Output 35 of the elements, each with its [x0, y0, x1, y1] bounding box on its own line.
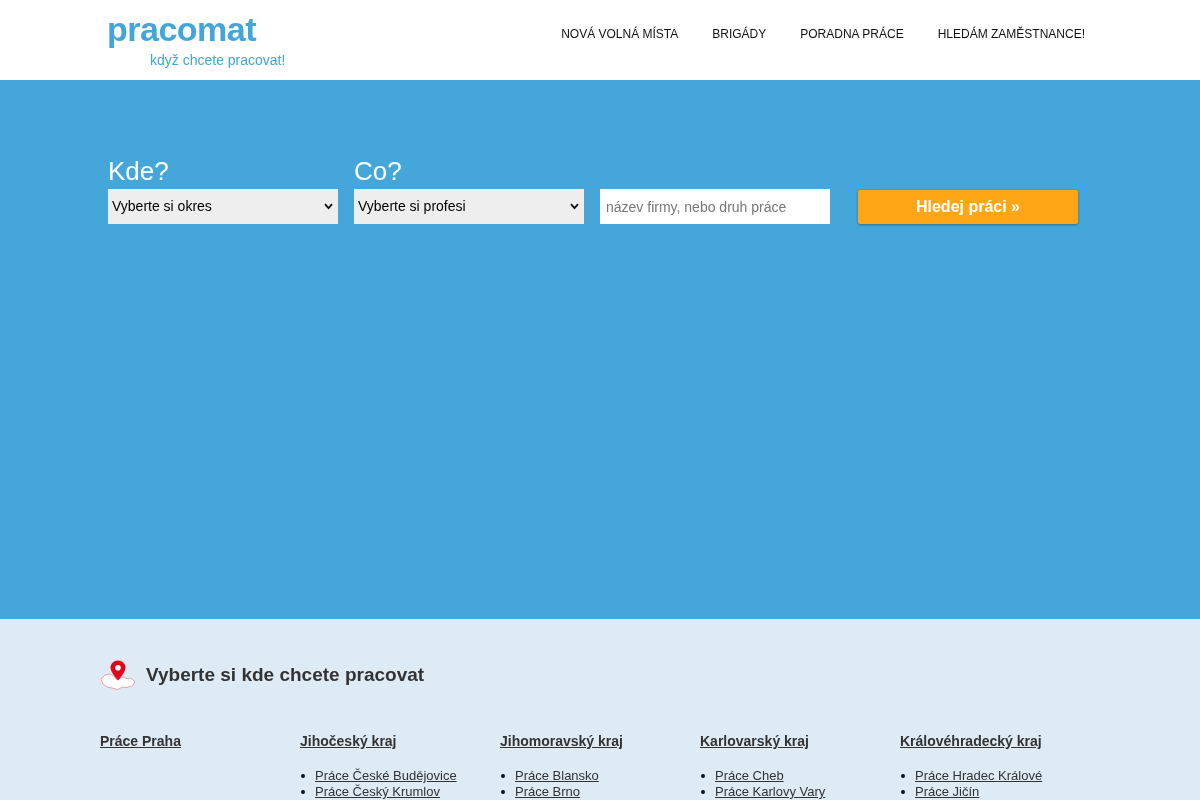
- field-label: Kde?: [108, 156, 169, 187]
- city-link[interactable]: Práce Jičín: [915, 784, 980, 800]
- nav-link[interactable]: PORADNA PRÁCE: [783, 26, 921, 42]
- logo-tagline: když chcete pracovat!: [150, 51, 286, 69]
- bullet-icon: [501, 790, 505, 794]
- city-link[interactable]: Práce Hradec Králové: [915, 768, 1043, 784]
- region-link[interactable]: Jihočeský kraj: [300, 732, 397, 750]
- nav-link[interactable]: NOVÁ VOLNÁ MÍSTA: [544, 26, 696, 42]
- section-heading: Vyberte si kde chcete pracovat: [146, 663, 425, 687]
- chevron-down-icon: [324, 203, 333, 210]
- bullet-icon: [701, 774, 705, 778]
- city-link[interactable]: Práce České Budějovice: [315, 768, 457, 784]
- bullet-icon: [301, 774, 305, 778]
- city-link[interactable]: Práce Cheb: [715, 768, 784, 784]
- bullet-icon: [901, 790, 905, 794]
- city-link[interactable]: Práce Karlovy Vary: [715, 784, 826, 800]
- map-pin-icon: [100, 660, 136, 690]
- bullet-icon: [701, 790, 705, 794]
- city-link[interactable]: Práce Český Krumlov: [315, 784, 440, 800]
- city-link[interactable]: Práce Brno: [515, 784, 581, 800]
- region-link[interactable]: Karlovarský kraj: [700, 732, 809, 750]
- search-input[interactable]: název firmy, nebo druh práce: [600, 189, 830, 224]
- nav-link[interactable]: HLEDÁM ZAMĚSTNANCE!: [920, 26, 1100, 42]
- bullet-icon: [501, 774, 505, 778]
- select-dropdown[interactable]: Vyberte si profesi: [354, 189, 584, 224]
- city-link[interactable]: Práce Blansko: [515, 768, 599, 784]
- region-link[interactable]: Královéhradecký kraj: [900, 732, 1042, 750]
- region-link[interactable]: Práce Praha: [100, 732, 181, 750]
- bullet-icon: [301, 790, 305, 794]
- select-dropdown[interactable]: Vyberte si okres: [108, 189, 338, 224]
- nav-link[interactable]: BRIGÁDY: [695, 26, 784, 42]
- region-link[interactable]: Jihomoravský kraj: [500, 732, 623, 750]
- field-label: Co?: [354, 156, 402, 187]
- bullet-icon: [901, 774, 905, 778]
- chevron-down-icon: [570, 203, 579, 210]
